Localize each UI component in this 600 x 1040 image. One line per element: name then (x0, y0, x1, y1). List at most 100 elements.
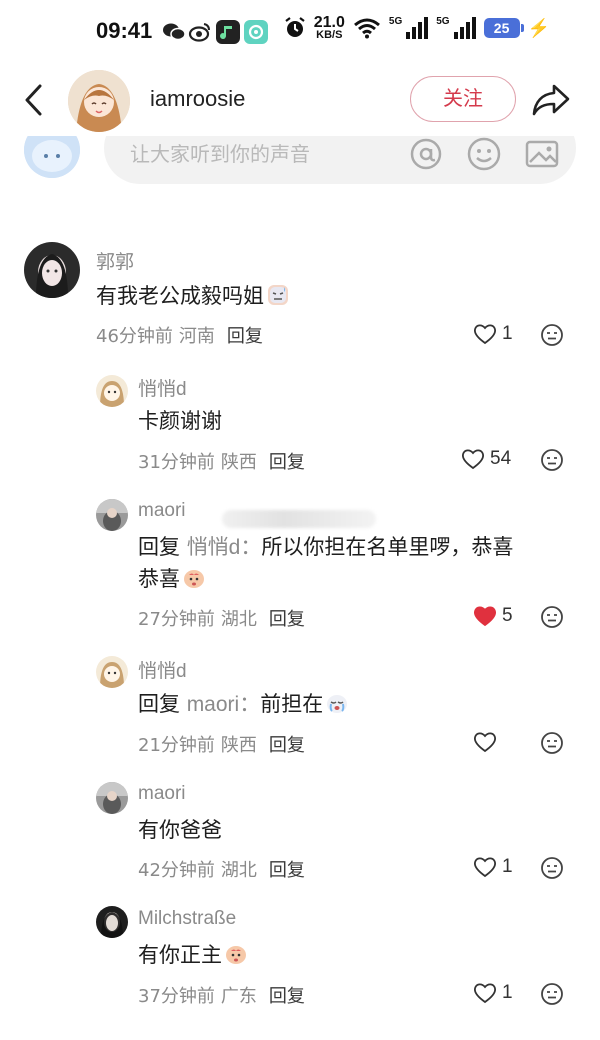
signal-bars-icon (453, 17, 476, 39)
like-button[interactable]: 1 (472, 981, 513, 1005)
chevron-left-icon (25, 84, 42, 116)
heart-outline-icon (474, 857, 496, 878)
comment-text: 有你爸爸 (138, 818, 222, 842)
comment-location: 湖北 (220, 860, 257, 881)
dislike-button[interactable] (540, 605, 564, 629)
comment-location: 陕西 (220, 735, 257, 756)
weibo-icon (188, 20, 212, 44)
comment-time: 31分钟前 (138, 452, 215, 473)
music-app-icon (216, 20, 240, 44)
comment-meta: 37分钟前 广东 回复 (138, 982, 305, 1008)
comment-meta: 21分钟前 陕西 回复 (138, 731, 305, 757)
reply-button[interactable]: 回复 (227, 326, 263, 347)
neutral-face-icon (541, 606, 563, 628)
comment-location: 湖北 (220, 609, 257, 630)
signal-label-1: 5G (388, 16, 403, 27)
like-button[interactable]: 1 (472, 855, 513, 879)
neutral-face-icon (541, 449, 563, 471)
like-count: 54 (490, 448, 512, 469)
reply-button[interactable]: 回复 (269, 452, 305, 473)
dislike-button[interactable] (540, 731, 564, 755)
reply-button[interactable]: 回复 (269, 986, 305, 1007)
comment-input[interactable]: 让大家听到你的声音 (104, 136, 576, 184)
blurred-badge (222, 510, 376, 528)
share-icon (532, 84, 570, 116)
comment-text: 回复 maori：前担在 (138, 688, 349, 721)
at-mention-icon[interactable] (408, 136, 444, 172)
heart-outline-icon (474, 732, 496, 753)
commenter-avatar[interactable] (24, 242, 80, 298)
commenter-name[interactable]: 郭郭 (96, 247, 134, 274)
heart-outline-icon (474, 983, 496, 1004)
comment-meta: 42分钟前 湖北 回复 (138, 856, 305, 882)
alarm-icon (285, 17, 305, 37)
signal-label-2: 5G (436, 16, 450, 27)
dislike-button[interactable] (540, 856, 564, 880)
comment-meta: 27分钟前 湖北 回复 (138, 605, 305, 631)
network-speed: 21.0 KB/S (313, 14, 345, 41)
follow-button[interactable]: 关注 (410, 76, 516, 122)
heart-outline-icon (474, 324, 496, 345)
like-count: 1 (502, 323, 513, 344)
comment-input-bar: 让大家听到你的声音 (0, 136, 600, 198)
comment-meta: 31分钟前 陕西 回复 (138, 448, 305, 474)
comment-time: 37分钟前 (138, 986, 215, 1007)
neutral-face-icon (541, 983, 563, 1005)
reply-button[interactable]: 回复 (269, 609, 305, 630)
comment-time: 46分钟前 (96, 326, 173, 347)
image-upload-icon[interactable] (524, 136, 560, 172)
commenter-avatar[interactable] (96, 906, 128, 938)
neutral-face-icon (541, 324, 563, 346)
comment-text: 有你正主 (138, 939, 248, 971)
status-time: 09:41 (96, 18, 153, 43)
reply-target[interactable]: 悄悄d： (187, 536, 262, 559)
dislike-button[interactable] (540, 323, 564, 347)
commenter-avatar[interactable] (96, 782, 128, 814)
emoji-icon[interactable] (466, 136, 502, 172)
like-count: 1 (502, 982, 513, 1003)
reply-button[interactable]: 回复 (269, 860, 305, 881)
commenter-name[interactable]: maori (138, 500, 186, 522)
crying-emoji-icon (184, 570, 204, 588)
like-count: 5 (502, 605, 513, 626)
comment-text: 回复 悄悄d：所以你担在名单里啰，恭喜 (138, 535, 514, 559)
comment-time: 27分钟前 (138, 609, 215, 630)
comment-time: 42分钟前 (138, 860, 215, 881)
reply-target[interactable]: maori： (187, 693, 261, 716)
comment-text: 有我老公成毅吗姐 (96, 280, 290, 312)
charging-bolt-icon: ⚡ (527, 17, 550, 38)
comment-text-line2: 恭喜 (138, 563, 206, 595)
commenter-name[interactable]: Milchstraße (138, 908, 236, 930)
reply-button[interactable]: 回复 (269, 735, 305, 756)
commenter-name[interactable]: 悄悄d (138, 374, 187, 401)
like-button[interactable]: 5 (472, 604, 513, 628)
soul-app-icon (244, 20, 268, 44)
crying-emoji-icon (327, 695, 348, 713)
neutral-face-icon (541, 732, 563, 754)
like-button[interactable]: 1 (472, 322, 513, 346)
crying-emoji-icon (226, 946, 246, 964)
commenter-name[interactable]: 悄悄d (138, 656, 187, 683)
commenter-avatar[interactable] (96, 499, 128, 531)
commenter-avatar[interactable] (96, 656, 128, 688)
dislike-button[interactable] (540, 448, 564, 472)
share-button[interactable] (530, 80, 572, 120)
wechat-icon (162, 20, 186, 44)
signal-bars-icon (406, 17, 429, 39)
comment-input-placeholder: 让大家听到你的声音 (130, 142, 310, 166)
heart-outline-icon (462, 449, 484, 470)
dislike-button[interactable] (540, 982, 564, 1006)
battery-indicator: 25 (483, 18, 524, 38)
commenter-avatar[interactable] (96, 375, 128, 407)
like-button[interactable]: 54 (460, 447, 511, 471)
commenter-name[interactable]: maori (138, 783, 186, 805)
comment-text: 卡颜谢谢 (138, 409, 222, 433)
back-button[interactable] (20, 82, 50, 118)
profile-header: iamroosie 关注 (0, 64, 600, 136)
profile-username[interactable]: iamroosie (150, 86, 245, 112)
neutral-face-icon (541, 857, 563, 879)
profile-avatar[interactable] (68, 70, 130, 132)
status-bar: 09:41 21.0 KB/S 5G 5G 25 ⚡ (0, 0, 600, 64)
like-button[interactable] (472, 730, 502, 754)
like-count: 1 (502, 856, 513, 877)
